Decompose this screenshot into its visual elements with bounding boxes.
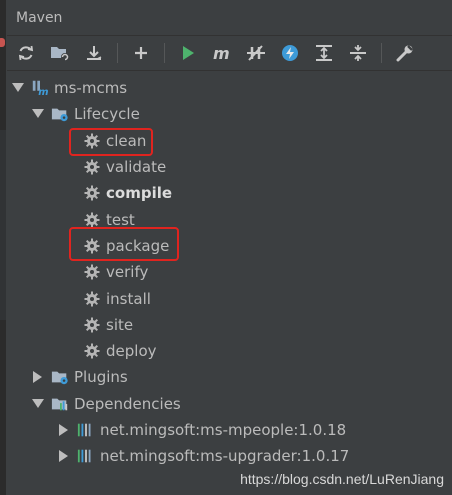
gear-icon: [83, 211, 101, 229]
refresh-icon[interactable]: [15, 42, 37, 64]
dependency-item[interactable]: net.mingsoft:ms-upgrader:1.0.17: [7, 443, 452, 469]
svg-text:m: m: [38, 87, 48, 97]
error-indicator: [0, 38, 5, 47]
phase-label: install: [106, 289, 151, 308]
maven-project-icon: m: [31, 79, 49, 97]
phase-label: verify: [106, 263, 149, 282]
phase-label: clean: [106, 131, 147, 150]
tree-node-lifecycle[interactable]: Lifecycle: [7, 101, 452, 127]
library-icon: [77, 421, 95, 439]
gear-icon: [83, 290, 101, 308]
gear-icon: [83, 263, 101, 281]
tree-node-plugins[interactable]: Plugins: [7, 364, 452, 390]
chevron-down-icon[interactable]: [31, 107, 45, 121]
dependency-list: net.mingsoft:ms-mpeople:1.0.18 net.mingso…: [7, 417, 452, 470]
svg-text:m: m: [213, 45, 230, 61]
maven-project-tree: m ms-mcms Lifecycle clean validate compile…: [7, 71, 452, 469]
chevron-right-icon[interactable]: [57, 423, 71, 437]
gear-icon: [83, 158, 101, 176]
library-icon: [77, 447, 95, 465]
lifecycle-phase-test[interactable]: test: [7, 206, 452, 232]
lifecycle-phase-clean[interactable]: clean: [7, 128, 452, 154]
phase-label: test: [106, 210, 135, 229]
lifecycle-phase-package[interactable]: package: [7, 233, 452, 259]
expand-all-icon[interactable]: [313, 42, 335, 64]
maven-toolbar: m: [7, 36, 452, 71]
lifecycle-phase-site[interactable]: site: [7, 312, 452, 338]
chevron-right-icon[interactable]: [31, 370, 45, 384]
dependencies-folder-icon: [51, 395, 69, 413]
dependency-label: net.mingsoft:ms-upgrader:1.0.17: [100, 447, 350, 466]
lifecycle-phase-install[interactable]: install: [7, 285, 452, 311]
phase-label: deploy: [106, 342, 157, 361]
lifecycle-label: Lifecycle: [74, 105, 140, 124]
skip-tests-icon[interactable]: [245, 42, 267, 64]
dependency-item[interactable]: net.mingsoft:ms-mpeople:1.0.18: [7, 417, 452, 443]
chevron-down-icon[interactable]: [31, 397, 45, 411]
add-icon[interactable]: [130, 42, 152, 64]
editor-gutter: [0, 130, 6, 320]
gear-icon: [83, 316, 101, 334]
offline-icon[interactable]: [279, 42, 301, 64]
chevron-down-icon[interactable]: [11, 81, 25, 95]
watermark-text: https://blog.csdn.net/LuRenJiang: [240, 471, 444, 487]
folder-gear-icon: [51, 368, 69, 386]
tree-node-project[interactable]: m ms-mcms: [7, 75, 452, 101]
lifecycle-phase-validate[interactable]: validate: [7, 154, 452, 180]
lifecycle-phase-list: clean validate compile test package verify ins…: [7, 128, 452, 365]
toolbar-separator: [164, 43, 165, 63]
gear-icon: [83, 184, 101, 202]
chevron-right-icon[interactable]: [57, 449, 71, 463]
gear-icon: [83, 237, 101, 255]
dependency-label: net.mingsoft:ms-mpeople:1.0.18: [100, 421, 347, 439]
toolbar-separator: [117, 43, 118, 63]
phase-label: package: [106, 236, 170, 255]
lifecycle-phase-compile[interactable]: compile: [7, 180, 452, 206]
gear-icon: [83, 342, 101, 360]
phase-label: site: [106, 315, 134, 334]
lifecycle-phase-deploy[interactable]: deploy: [7, 338, 452, 364]
collapse-all-icon[interactable]: [347, 42, 369, 64]
maven-tool-window: Maven m m ms-mcms Lifecycle clean valida…: [7, 0, 452, 495]
toolbar-separator: [381, 43, 382, 63]
project-name: ms-mcms: [54, 79, 128, 98]
folder-gear-icon: [51, 105, 69, 123]
tree-node-dependencies[interactable]: Dependencies: [7, 391, 452, 417]
dependencies-label: Dependencies: [74, 394, 181, 413]
phase-label: validate: [106, 158, 167, 177]
plugins-label: Plugins: [74, 368, 128, 387]
download-icon[interactable]: [83, 42, 105, 64]
generate-sources-icon[interactable]: [49, 42, 71, 64]
run-icon[interactable]: [177, 42, 199, 64]
maven-goal-icon[interactable]: m: [211, 42, 233, 64]
lifecycle-phase-verify[interactable]: verify: [7, 259, 452, 285]
settings-wrench-icon[interactable]: [394, 42, 416, 64]
gear-icon: [83, 132, 101, 150]
window-title: Maven: [16, 9, 63, 26]
tool-window-title: Maven: [7, 0, 452, 36]
left-edge-strip: [0, 0, 6, 495]
phase-label: compile: [106, 184, 173, 203]
